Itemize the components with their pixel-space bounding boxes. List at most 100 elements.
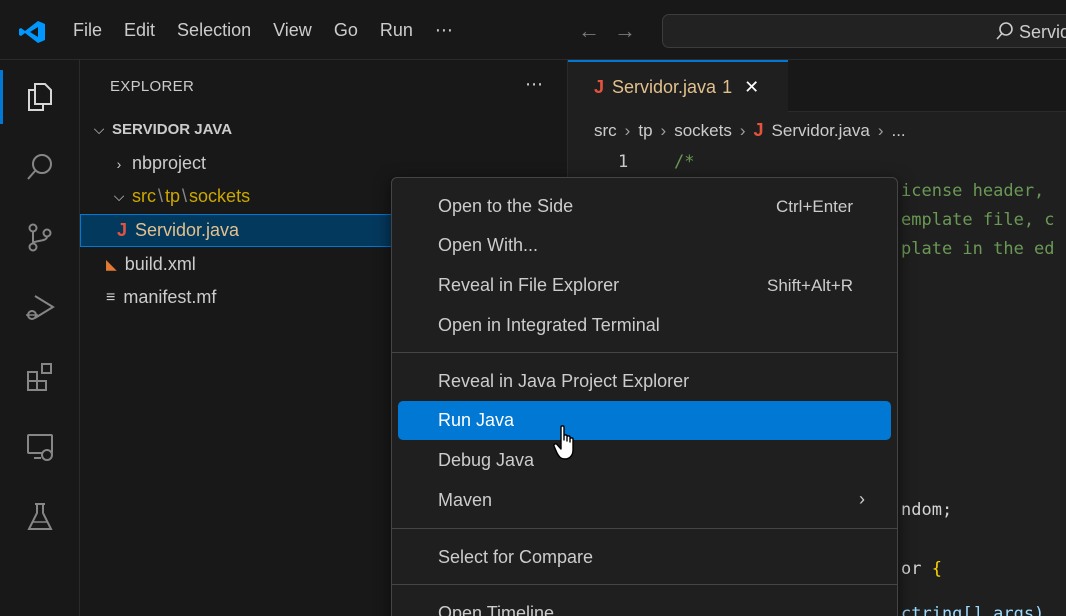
title-bar: File Edit Selection View Go Run ⋯ ← → Se… — [0, 0, 1066, 60]
context-menu: Open to the Side Ctrl+Enter Open With...… — [391, 177, 898, 616]
run-debug-icon — [26, 295, 55, 320]
tab-servidor-java[interactable]: J Servidor.java 1 ✕ — [568, 60, 788, 113]
folder-src: src — [132, 186, 156, 206]
files-icon — [28, 83, 52, 111]
code-token: or — [901, 559, 922, 579]
menu-item-label: Reveal in File Explorer — [438, 275, 620, 295]
path-separator: \ — [158, 186, 164, 206]
menu-separator — [392, 584, 897, 585]
navigation-arrows: ← → — [578, 18, 636, 44]
menu-item-debug-java[interactable]: Debug Java — [398, 441, 891, 480]
chevron-down-icon: ⌵ — [113, 188, 125, 204]
activity-source-control[interactable] — [0, 202, 80, 272]
menu-edit[interactable]: Edit — [113, 12, 166, 48]
back-arrow-icon[interactable]: ← — [578, 18, 600, 44]
code-line-5: ndom; — [901, 500, 953, 520]
menu-run[interactable]: Run — [369, 12, 424, 48]
code-line-7: ctring[] args) — [901, 604, 1045, 616]
menu-go[interactable]: Go — [323, 12, 369, 48]
problem-count-badge: 1 — [722, 77, 733, 97]
source-control-icon — [28, 223, 52, 252]
breadcrumb-tp[interactable]: tp — [638, 121, 652, 141]
menu-item-label: Open Timeline — [438, 603, 555, 616]
code-line-1: /* — [674, 152, 695, 172]
activity-bar — [0, 60, 80, 616]
menu-item-label: Open With... — [438, 235, 539, 255]
activity-extensions[interactable] — [0, 342, 80, 412]
tab-label: Servidor.java — [612, 77, 717, 97]
menu-item-open-with[interactable]: Open With... — [398, 226, 891, 265]
menu-separator — [392, 352, 897, 353]
tree-item-label: Servidor.java — [135, 220, 240, 240]
menu-more[interactable]: ⋯ — [424, 12, 464, 48]
tree-item-label: manifest.mf — [123, 287, 217, 307]
menu-item-label: Open in Integrated Terminal — [438, 315, 660, 335]
activity-remote-explorer[interactable] — [0, 412, 80, 482]
menu-item-reveal-in-java-project-explorer[interactable]: Reveal in Java Project Explorer — [398, 362, 891, 401]
java-file-icon: J — [594, 77, 605, 97]
menu-view[interactable]: View — [262, 12, 323, 48]
java-file-icon: J — [117, 220, 128, 240]
breadcrumb: src › tp › sockets › J Servidor.java › .… — [594, 120, 906, 141]
breadcrumb-file[interactable]: Servidor.java — [772, 121, 870, 141]
menu-item-label: Reveal in Java Project Explorer — [438, 371, 690, 391]
tree-item-nbproject[interactable]: › nbproject — [80, 147, 568, 180]
tree-item-label: nbproject — [132, 153, 207, 173]
remote-explorer-icon — [27, 434, 53, 461]
menu-item-open-timeline[interactable]: Open Timeline — [398, 594, 891, 616]
chevron-down-icon: ⌵ — [93, 121, 105, 137]
search-icon — [27, 154, 52, 180]
vscode-logo-icon — [19, 21, 45, 43]
close-icon[interactable]: ✕ — [744, 77, 759, 98]
menu-item-maven[interactable]: Maven › — [398, 481, 891, 520]
menu-item-label: Debug Java — [438, 450, 535, 470]
editor-tabs: J Servidor.java 1 ✕ — [568, 60, 1066, 113]
explorer-more-actions[interactable]: ⋯ — [525, 74, 543, 95]
extensions-icon — [27, 363, 52, 391]
rss-icon: ◣ — [106, 256, 117, 272]
menu-item-open-in-terminal[interactable]: Open in Integrated Terminal — [398, 306, 891, 345]
chevron-right-icon: › — [116, 155, 122, 172]
menu-item-label: Select for Compare — [438, 547, 594, 567]
code-line-4: plate in the ed — [901, 239, 1055, 259]
activity-run-debug[interactable] — [0, 272, 80, 342]
chevron-right-icon: › — [660, 120, 667, 140]
activity-explorer[interactable] — [0, 62, 80, 132]
activity-testing[interactable] — [0, 482, 80, 552]
hand-pointer-icon — [553, 425, 574, 460]
menu-item-run-java[interactable]: Run Java — [398, 401, 891, 440]
text-file-icon: ≡ — [106, 288, 116, 306]
menu-item-select-for-compare[interactable]: Select for Compare — [398, 538, 891, 577]
folder-sockets: sockets — [189, 186, 251, 206]
chevron-right-icon: › — [624, 120, 631, 140]
breadcrumb-sockets[interactable]: sockets — [674, 121, 732, 141]
command-center-search[interactable]: Servidor — [662, 14, 1066, 48]
menu-item-label: Run Java — [438, 410, 515, 430]
chevron-right-icon: › — [877, 120, 884, 140]
menu-file[interactable]: File — [62, 12, 113, 48]
menu-bar: File Edit Selection View Go Run ⋯ — [62, 0, 464, 60]
search-icon — [996, 22, 1013, 40]
menu-selection[interactable]: Selection — [166, 12, 262, 48]
tree-item-label: build.xml — [124, 254, 196, 274]
project-root[interactable]: ⌵ SERVIDOR JAVA — [80, 113, 568, 146]
shortcut-label: Ctrl+Enter — [776, 197, 853, 216]
explorer-title: EXPLORER — [110, 78, 195, 95]
search-text: Servidor — [1019, 22, 1066, 42]
path-separator: \ — [182, 186, 188, 206]
menu-item-label: Maven — [438, 490, 493, 510]
menu-item-reveal-in-file-explorer[interactable]: Reveal in File Explorer Shift+Alt+R — [398, 266, 891, 305]
code-line-3: emplate file, c — [901, 210, 1055, 230]
menu-item-open-to-side[interactable]: Open to the Side Ctrl+Enter — [398, 187, 891, 226]
line-number: 1 — [618, 152, 629, 172]
breadcrumb-src[interactable]: src — [594, 121, 617, 141]
shortcut-label: Shift+Alt+R — [767, 276, 853, 295]
activity-search[interactable] — [0, 132, 80, 202]
code-line-6: or { — [901, 559, 942, 579]
menu-item-label: Open to the Side — [438, 196, 574, 216]
breadcrumb-symbol[interactable]: ... — [891, 121, 905, 141]
flask-icon — [27, 503, 53, 530]
chevron-right-icon: › — [859, 489, 865, 509]
java-file-icon: J — [753, 120, 764, 140]
forward-arrow-icon[interactable]: → — [614, 18, 636, 44]
